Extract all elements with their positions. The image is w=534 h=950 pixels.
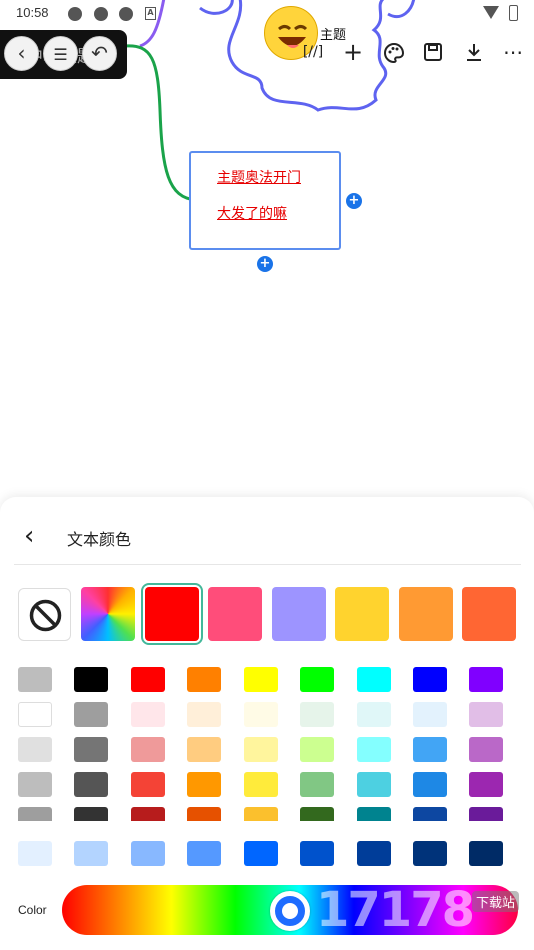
no-color-icon <box>29 599 62 632</box>
color-swatch[interactable] <box>357 702 391 727</box>
divider <box>14 564 521 565</box>
color-swatch[interactable] <box>74 702 108 727</box>
grid-separator <box>0 821 534 833</box>
color-swatch[interactable] <box>272 587 326 641</box>
color-swatch[interactable] <box>244 841 278 866</box>
color-swatch[interactable] <box>300 737 334 762</box>
undo-icon: ↶ <box>91 41 108 65</box>
back-button[interactable]: ‹ <box>4 36 39 71</box>
branch-green <box>124 44 197 202</box>
custom-color-swatch[interactable] <box>81 587 135 641</box>
formula-icon: [//] <box>302 44 324 60</box>
add-child-icon[interactable]: + <box>346 193 362 209</box>
color-swatch[interactable] <box>131 737 165 762</box>
more-button[interactable]: ⋯ <box>498 38 528 68</box>
add-button[interactable]: + <box>338 38 368 68</box>
text-color-panel: ‹ 文本颜色 Color 17178 下载站 <box>0 497 534 950</box>
save-button[interactable] <box>418 38 448 68</box>
color-swatch[interactable] <box>357 667 391 692</box>
color-swatch[interactable] <box>74 737 108 762</box>
color-swatch[interactable] <box>469 702 503 727</box>
panel-title: 文本颜色 <box>67 530 132 549</box>
color-swatch[interactable] <box>469 667 503 692</box>
outline-button[interactable]: ☰ <box>43 36 78 71</box>
color-swatch[interactable] <box>469 772 503 797</box>
color-swatch[interactable] <box>244 667 278 692</box>
add-sibling-icon[interactable]: + <box>257 256 273 272</box>
watermark-badge: 下载站 <box>472 891 520 912</box>
color-swatch[interactable] <box>244 772 278 797</box>
more-icon: ⋯ <box>503 40 523 64</box>
color-swatch[interactable] <box>18 737 52 762</box>
branch-upper <box>139 0 166 48</box>
color-swatch[interactable] <box>18 667 52 692</box>
color-swatch[interactable] <box>300 841 334 866</box>
color-swatch[interactable] <box>131 702 165 727</box>
color-swatch[interactable] <box>74 772 108 797</box>
color-swatch[interactable] <box>300 667 334 692</box>
color-swatch[interactable] <box>74 667 108 692</box>
color-swatch[interactable] <box>335 587 389 641</box>
hue-slider-handle[interactable] <box>270 891 310 931</box>
color-swatch[interactable] <box>131 841 165 866</box>
color-swatch[interactable] <box>357 772 391 797</box>
palette-button[interactable] <box>379 38 409 68</box>
color-swatch[interactable] <box>141 583 203 645</box>
color-swatch[interactable] <box>18 702 52 727</box>
color-swatch[interactable] <box>469 841 503 866</box>
save-icon <box>424 43 442 61</box>
color-swatch[interactable] <box>399 587 453 641</box>
color-swatch[interactable] <box>462 587 516 641</box>
chevron-left-icon: ‹ <box>17 41 26 65</box>
download-icon <box>467 44 481 61</box>
palette-icon <box>384 42 405 64</box>
color-swatch[interactable] <box>413 702 447 727</box>
undo-button[interactable]: ↶ <box>82 36 117 71</box>
color-swatch[interactable] <box>187 667 221 692</box>
list-icon: ☰ <box>53 45 68 64</box>
color-swatch[interactable] <box>187 772 221 797</box>
formula-button[interactable]: [//] <box>298 38 328 68</box>
topic-node[interactable]: 主题奥法开门 大发了的嘛 <box>189 151 341 250</box>
color-swatch[interactable] <box>208 587 262 641</box>
no-color-button[interactable] <box>18 588 71 641</box>
node-text-line-2[interactable]: 大发了的嘛 <box>217 203 287 223</box>
color-swatch[interactable] <box>357 737 391 762</box>
color-swatch[interactable] <box>187 737 221 762</box>
color-swatch[interactable] <box>131 772 165 797</box>
color-swatch[interactable] <box>18 772 52 797</box>
color-swatch[interactable] <box>131 667 165 692</box>
chevron-left-icon: ‹ <box>24 521 35 551</box>
color-swatch[interactable] <box>413 667 447 692</box>
color-label: Color <box>18 903 47 917</box>
color-swatch[interactable] <box>300 702 334 727</box>
color-swatch[interactable] <box>74 841 108 866</box>
node-text-line-1[interactable]: 主题奥法开门 <box>217 167 301 187</box>
color-swatch[interactable] <box>357 841 391 866</box>
download-button[interactable] <box>459 38 489 68</box>
color-swatch[interactable] <box>18 841 52 866</box>
add-icon: + <box>342 38 364 66</box>
color-swatch[interactable] <box>413 772 447 797</box>
color-swatch[interactable] <box>187 702 221 727</box>
color-swatch[interactable] <box>469 737 503 762</box>
color-swatch[interactable] <box>244 737 278 762</box>
color-swatch[interactable] <box>413 737 447 762</box>
color-swatch[interactable] <box>413 841 447 866</box>
color-swatch[interactable] <box>300 772 334 797</box>
color-swatch[interactable] <box>187 841 221 866</box>
panel-back-button[interactable]: ‹ <box>24 522 54 552</box>
color-swatch[interactable] <box>244 702 278 727</box>
watermark: 17178 <box>316 882 475 938</box>
